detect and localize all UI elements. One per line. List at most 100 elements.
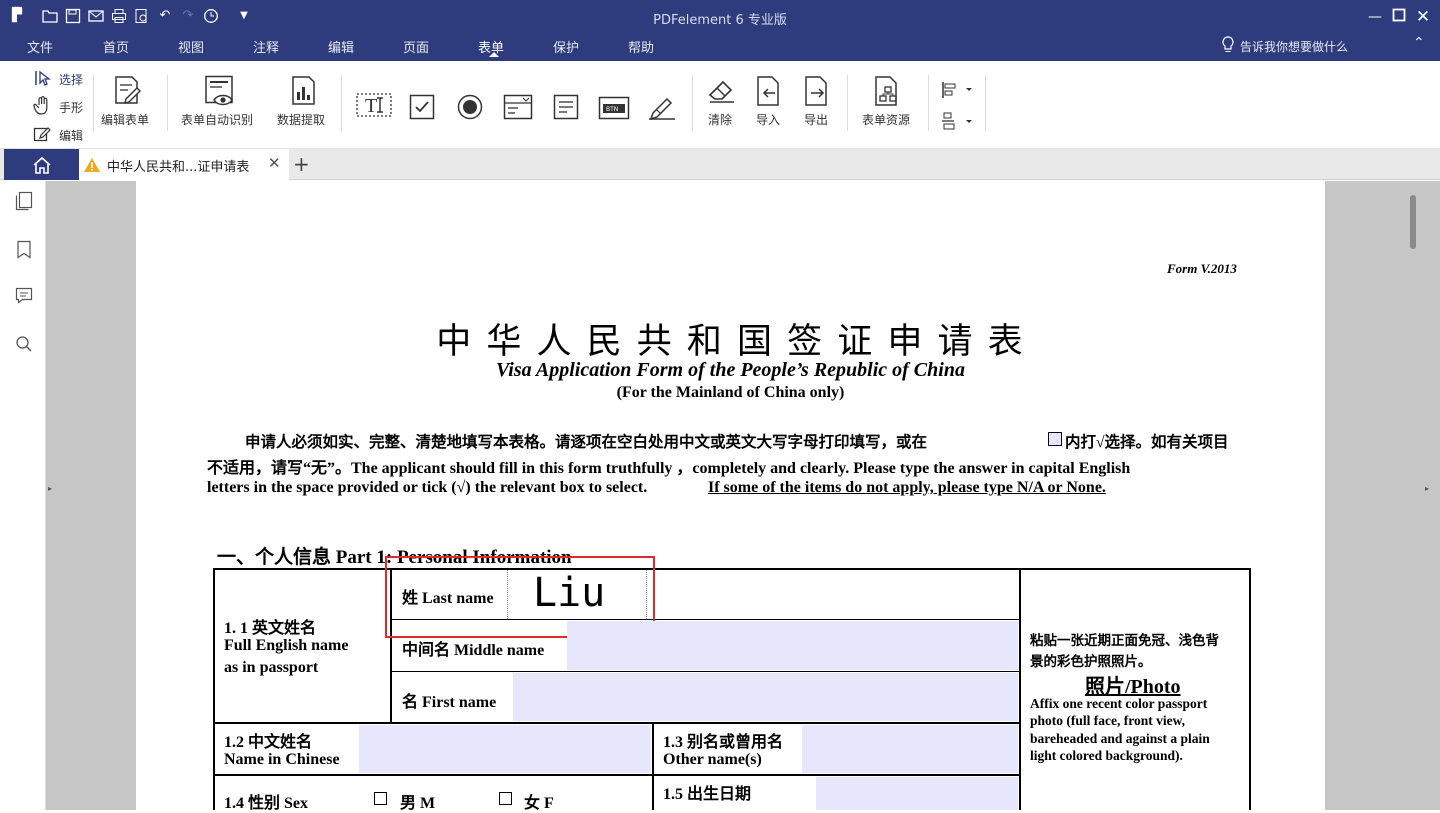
svg-text:BTN: BTN (606, 106, 618, 113)
edit-tool-icon[interactable] (33, 125, 51, 147)
button-field-icon[interactable]: BTN (598, 96, 630, 124)
distribute-icon[interactable] (941, 112, 975, 134)
radio-button-icon[interactable] (457, 94, 483, 124)
document-tab[interactable]: 中华人民共和...证申请表 ✕ (79, 149, 289, 180)
photo-instruction-cn-1: 粘贴一张近期正面免冠、浅色背 (1030, 633, 1219, 648)
ribbon-toolbar: 选择 手形 编辑 编辑表单 表单自动识别 数据提取 T BTN 清除 导入 导出… (0, 61, 1440, 149)
import-icon[interactable] (755, 75, 783, 111)
export-icon[interactable] (803, 75, 831, 111)
maximize-icon[interactable] (1390, 8, 1408, 26)
field-1-1-label-cn: 1. 1 英文姓名 (224, 620, 317, 637)
eraser-icon[interactable] (707, 75, 737, 109)
photo-instruction-en-3: bareheaded and against a plain (1030, 731, 1210, 746)
left-sidebar (0, 181, 46, 810)
menu-page[interactable]: 页面 (403, 37, 429, 56)
thumbnails-icon[interactable] (15, 191, 33, 215)
list-box-icon[interactable] (553, 94, 579, 124)
menu-help[interactable]: 帮助 (628, 37, 654, 56)
warning-icon (84, 158, 100, 172)
home-tab[interactable] (4, 149, 79, 180)
chinese-name-field[interactable] (359, 725, 651, 773)
combo-box-icon[interactable] (503, 94, 533, 124)
title-english: Visa Application Form of the People’s Re… (496, 359, 965, 381)
data-extract-button[interactable]: 数据提取 (277, 111, 325, 128)
subtitle: (For the Mainland of China only) (616, 384, 845, 401)
text-field-icon[interactable]: T (356, 91, 392, 123)
instructions-line-2: 不适用，请写“无”。The applicant should fill in t… (207, 460, 1131, 477)
photo-instruction-en-1: Affix one recent color passport (1030, 696, 1208, 711)
form-resources-icon[interactable] (873, 75, 903, 111)
hand-icon[interactable] (33, 96, 51, 120)
export-button[interactable]: 导出 (804, 111, 828, 128)
sex-male-label: 男 M (400, 795, 436, 812)
search-icon[interactable] (15, 335, 33, 357)
birth-date-field[interactable] (816, 777, 1018, 810)
first-name-field[interactable] (513, 673, 1018, 721)
hand-tool-label[interactable]: 手形 (59, 99, 83, 116)
auto-recognize-form-icon[interactable] (204, 75, 238, 111)
align-icon[interactable] (941, 81, 975, 103)
checkbox-icon[interactable] (409, 94, 435, 124)
other-names-field[interactable] (802, 725, 1018, 773)
photo-instruction-en-4: light colored background). (1030, 748, 1183, 763)
svg-text:T: T (365, 95, 377, 117)
edit-form-icon[interactable] (112, 75, 142, 109)
edit-form-button[interactable]: 编辑表单 (101, 111, 149, 128)
instructions-line-3: letters in the space provided or tick (√… (207, 479, 648, 496)
document-tab-bar: 中华人民共和...证申请表 ✕ + (0, 149, 1440, 180)
first-name-label: 名 First name (402, 694, 497, 711)
instruction-checkbox-sample (1048, 432, 1062, 446)
sex-female-checkbox[interactable] (499, 792, 512, 805)
tell-me-search[interactable]: 告诉我你想要做什么 (1240, 38, 1348, 55)
field-1-1-label-en-2: as in passport (224, 659, 319, 676)
field-1-3-label-cn: 1.3 别名或曾用名 (663, 734, 784, 751)
bookmark-icon[interactable] (16, 240, 32, 264)
middle-name-field[interactable] (567, 621, 1018, 670)
pdf-page: Form V.2013 中 华 人 民 共 和 国 签 证 申 请 表 Visa… (136, 189, 1325, 812)
form-grid-line (213, 774, 1020, 776)
field-1-4-label: 1.4 性别 Sex (224, 795, 309, 812)
menu-file[interactable]: 文件 (27, 37, 53, 56)
sex-male-checkbox[interactable] (374, 792, 387, 805)
menu-view[interactable]: 视图 (178, 37, 204, 56)
active-menu-indicator (489, 52, 499, 57)
collapse-ribbon-icon[interactable]: ⌃ (1413, 35, 1425, 51)
field-1-1-label-en: Full English name (224, 637, 349, 654)
expand-left-panel-icon[interactable]: ▸ (48, 484, 52, 493)
form-grid-line (652, 722, 654, 810)
form-grid-line (390, 671, 1020, 672)
field-1-5-label: 1.5 出生日期 (663, 786, 752, 803)
title-bar: ▛ ↶ ↷ ▼ PDFelement 6 专业版 — ✕ (0, 0, 1440, 34)
import-button[interactable]: 导入 (756, 111, 780, 128)
instructions-line-1b: 内打√选择。如有关项目 (1065, 434, 1229, 451)
data-extract-icon[interactable] (289, 75, 319, 111)
new-tab-icon[interactable]: + (293, 152, 310, 176)
field-1-2-label-cn: 1.2 中文姓名 (224, 734, 313, 751)
vertical-scrollbar[interactable] (1410, 195, 1416, 249)
photo-instruction-cn-2: 景的彩色护照照片。 (1030, 654, 1152, 669)
auto-recognize-form-button[interactable]: 表单自动识别 (181, 111, 253, 128)
edit-tool-label[interactable]: 编辑 (59, 127, 83, 144)
form-resources-button[interactable]: 表单资源 (862, 111, 910, 128)
photo-title: 照片/Photo (1085, 676, 1181, 698)
home-icon (33, 156, 51, 174)
minimize-icon[interactable]: — (1366, 8, 1384, 26)
menu-bar: 文件 首页 视图 注释 编辑 页面 表单 保护 帮助 告诉我你想要做什么 ⌃ (0, 34, 1440, 61)
comment-icon[interactable] (15, 287, 33, 309)
expand-right-panel-icon[interactable]: ▸ (1425, 484, 1429, 493)
field-1-2-label-en: Name in Chinese (224, 751, 340, 768)
sex-female-label: 女 F (524, 795, 554, 812)
menu-comment[interactable]: 注释 (253, 37, 279, 56)
select-cursor-icon[interactable] (34, 69, 52, 91)
form-grid-line (213, 722, 1020, 724)
instructions-line-3-underlined: If some of the items do not apply, pleas… (708, 479, 1106, 496)
select-tool-label[interactable]: 选择 (59, 71, 83, 88)
instructions-line-1: 申请人必须如实、完整、清楚地填写本表格。请逐项在空白处用中文或英文大写字母打印填… (245, 434, 928, 451)
menu-protect[interactable]: 保护 (553, 37, 579, 56)
signature-field-icon[interactable] (647, 93, 677, 125)
close-tab-icon[interactable]: ✕ (268, 154, 281, 172)
close-window-icon[interactable]: ✕ (1414, 8, 1432, 26)
menu-edit[interactable]: 编辑 (328, 37, 354, 56)
menu-home[interactable]: 首页 (103, 37, 129, 56)
clear-button[interactable]: 清除 (708, 111, 732, 128)
